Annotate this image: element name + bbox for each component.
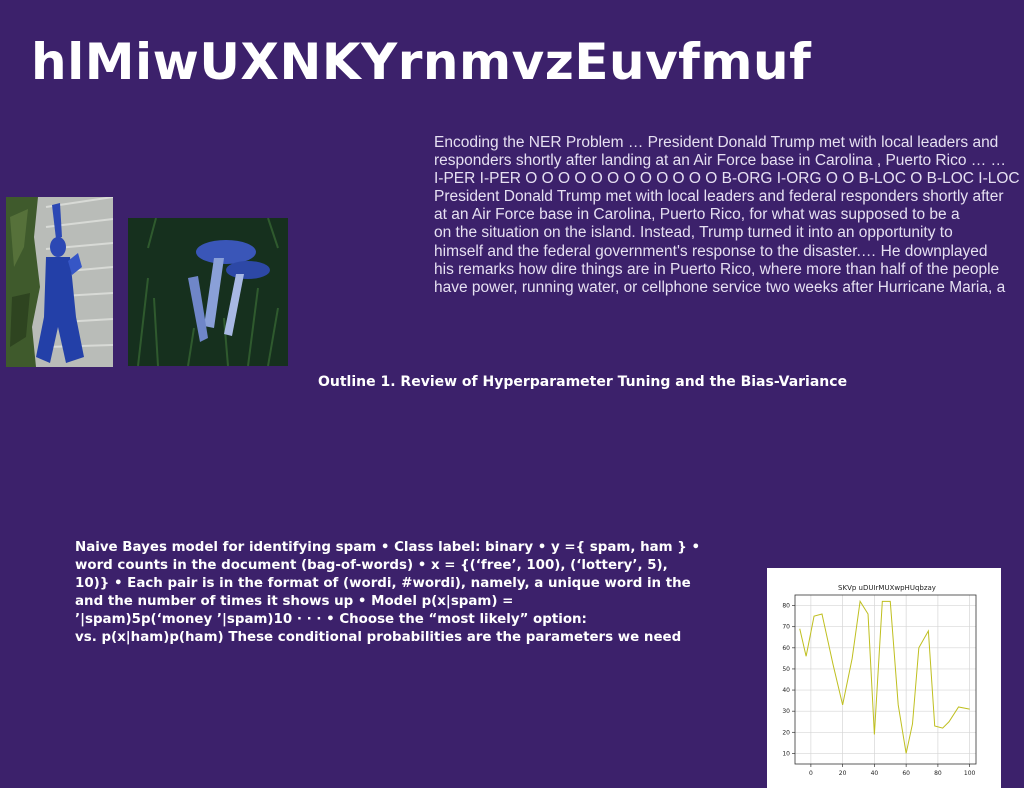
- chart-series: [799, 599, 970, 754]
- line-chart: SKVp uDUIrMUXwpHUqbzay 0 20 40 60 80 100 10 20 3…: [767, 568, 1001, 788]
- text-line: ’|spam)5p(‘money ’|spam)10 · · · • Choos…: [75, 612, 587, 627]
- x-tick-label: 20: [839, 770, 847, 777]
- chart-title: SKVp uDUIrMUXwpHUqbzay: [838, 584, 936, 592]
- x-tick-label: 100: [964, 770, 976, 777]
- naive-bayes-text: Naive Bayes model for identifying spam •…: [75, 539, 745, 647]
- chart-frame: [794, 594, 977, 765]
- y-tick-label: 40: [782, 687, 790, 694]
- x-tick-label: 0: [809, 770, 813, 777]
- paragraph-line: responders shortly after landing at an A…: [434, 152, 1007, 170]
- blue-figure-photo: [6, 197, 113, 367]
- paragraph-line: his remarks how dire things are in Puert…: [434, 260, 1000, 278]
- y-tick-label: 10: [782, 750, 790, 757]
- paragraph-line: have power, running water, or cellphone …: [434, 278, 1006, 296]
- x-tick-label: 60: [902, 770, 910, 777]
- page-title: hlMiwUXNKYrnmvzEuvfmuf: [31, 33, 812, 91]
- text-line: vs. p(x|ham)p(ham) These conditional pro…: [75, 630, 682, 645]
- text-line: word counts in the document (bag-of-word…: [75, 558, 668, 573]
- paragraph-line: himself and the federal government's res…: [434, 242, 988, 260]
- y-tick-label: 70: [782, 624, 790, 631]
- y-tick-label: 20: [782, 729, 790, 736]
- paragraph-line: on the situation on the island. Instead,…: [434, 224, 953, 242]
- text-line: and the number of times it shows up • Mo…: [75, 594, 514, 609]
- y-tick-label: 50: [782, 666, 790, 673]
- chart-svg: SKVp uDUIrMUXwpHUqbzay 0 20 40 60 80 100 10 20 3…: [782, 584, 977, 777]
- outline-heading: Outline 1. Review of Hyperparameter Tuni…: [318, 374, 848, 390]
- y-tick-label: 30: [782, 708, 790, 715]
- paragraph-line: President Donald Trump met with local le…: [434, 188, 1004, 206]
- x-tick-label: 40: [871, 770, 879, 777]
- ner-paragraph: Encoding the NER Problem … President Don…: [434, 134, 1024, 297]
- chart-grid: [795, 595, 976, 764]
- text-line: Naive Bayes model for identifying spam •…: [75, 540, 701, 555]
- paragraph-line: Encoding the NER Problem … President Don…: [434, 134, 999, 151]
- text-line: 10)} • Each pair is in the format of (wo…: [75, 576, 691, 591]
- paragraph-line: I-PER I-PER O O O O O O O O O O O O B-OR…: [434, 170, 1020, 188]
- y-tick-label: 60: [782, 645, 790, 652]
- paragraph-line: at an Air Force base in Carolina, Puerto…: [434, 206, 960, 224]
- blue-mushroom-photo: [128, 218, 288, 366]
- y-tick-label: 80: [782, 603, 790, 610]
- series-line: [799, 599, 970, 754]
- x-tick-label: 80: [934, 770, 942, 777]
